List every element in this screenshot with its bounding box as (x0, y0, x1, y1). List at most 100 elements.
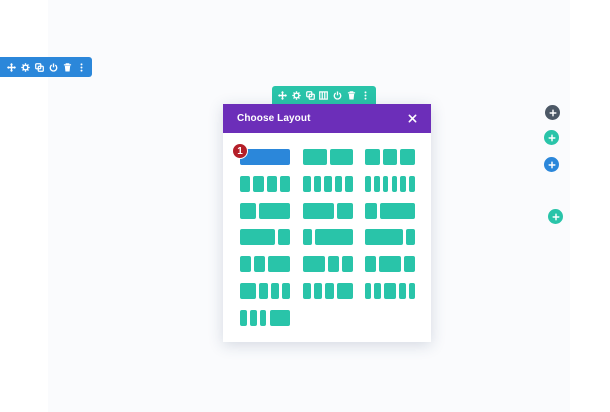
layout-column (409, 175, 415, 192)
layout-option[interactable] (303, 149, 353, 165)
layout-option[interactable] (303, 202, 353, 219)
layout-column (268, 256, 290, 273)
layout-column (400, 149, 415, 165)
layout-option[interactable] (240, 309, 290, 326)
layout-column (303, 283, 312, 299)
add-section-button[interactable] (544, 157, 559, 172)
duplicate-icon[interactable] (34, 62, 45, 73)
layout-option[interactable] (365, 202, 415, 219)
move-icon[interactable] (6, 62, 17, 73)
layout-column (404, 256, 415, 273)
layout-option[interactable] (365, 149, 415, 165)
layout-column (259, 309, 267, 326)
row-settings-toolbar (272, 86, 376, 110)
layout-column (281, 283, 290, 299)
layout-column (374, 283, 381, 299)
section-settings-toolbar (0, 57, 92, 77)
layout-column (365, 149, 380, 165)
layout-option[interactable] (303, 283, 353, 299)
layout-column (279, 175, 290, 192)
layout-option[interactable] (365, 256, 415, 273)
layout-column (336, 283, 353, 299)
layout-option[interactable] (240, 256, 290, 273)
layout-column (314, 283, 323, 299)
layout-column (365, 175, 371, 192)
gear-icon[interactable] (291, 90, 302, 101)
modal-header: Choose Layout (223, 104, 431, 133)
layout-column (382, 149, 398, 165)
layout-column (373, 175, 380, 192)
layout-column (254, 256, 265, 273)
layout-column (303, 256, 325, 273)
add-module-button[interactable] (545, 105, 560, 120)
layout-column (365, 283, 372, 299)
layout-column (240, 283, 257, 299)
layout-column (253, 175, 264, 192)
columns-icon[interactable] (318, 90, 329, 101)
layout-column (337, 202, 353, 219)
layout-column (325, 283, 334, 299)
layout-column (329, 149, 353, 165)
plus-icon (548, 108, 557, 117)
layout-option[interactable] (303, 229, 353, 246)
layout-column (303, 149, 327, 165)
layout-column (379, 202, 415, 219)
layout-column (303, 229, 313, 246)
layout-column (365, 229, 403, 246)
modal-title: Choose Layout (237, 113, 311, 124)
layout-column (278, 229, 290, 246)
layout-column (328, 256, 339, 273)
layout-column (365, 202, 377, 219)
close-icon[interactable] (407, 114, 417, 124)
layout-option[interactable] (240, 202, 290, 219)
layout-column (399, 283, 406, 299)
layout-option[interactable] (365, 283, 415, 299)
layout-option[interactable] (240, 229, 290, 246)
more-icon[interactable] (360, 90, 371, 101)
layout-column (400, 175, 407, 192)
layout-column (365, 256, 376, 273)
move-icon[interactable] (277, 90, 288, 101)
layout-column (324, 175, 332, 192)
layout-column (334, 175, 343, 192)
power-icon[interactable] (332, 90, 343, 101)
layout-column (405, 229, 415, 246)
layout-option[interactable] (365, 229, 415, 246)
layout-column (303, 202, 335, 219)
layout-option[interactable] (303, 175, 353, 192)
plus-icon (551, 212, 560, 221)
layout-column (383, 283, 397, 299)
plus-icon (547, 160, 556, 169)
layout-column (258, 202, 290, 219)
layout-column (303, 175, 311, 192)
plus-icon (547, 133, 556, 142)
layout-option[interactable] (240, 283, 290, 299)
add-row-button[interactable] (544, 130, 559, 145)
power-icon[interactable] (48, 62, 59, 73)
more-icon[interactable] (76, 62, 87, 73)
choose-layout-modal: Choose Layout (223, 104, 431, 342)
layout-column (315, 229, 353, 246)
layout-column (249, 309, 257, 326)
step-number-badge: 1 (232, 143, 248, 159)
trash-icon[interactable] (346, 90, 357, 101)
layout-column (391, 175, 398, 192)
layout-option[interactable] (365, 175, 415, 192)
add-row-button-lower[interactable] (548, 209, 563, 224)
layout-column (266, 175, 277, 192)
layout-column (313, 175, 322, 192)
layout-column (240, 202, 256, 219)
layout-column (379, 256, 401, 273)
layout-column (382, 175, 389, 192)
duplicate-icon[interactable] (305, 90, 316, 101)
trash-icon[interactable] (62, 62, 73, 73)
layout-column (342, 256, 353, 273)
layout-column (240, 256, 251, 273)
layout-column (408, 283, 415, 299)
layout-option[interactable] (303, 256, 353, 273)
layout-column (259, 283, 268, 299)
layout-column (240, 229, 276, 246)
layout-option[interactable] (240, 175, 290, 192)
gear-icon[interactable] (20, 62, 31, 73)
layout-column (240, 309, 247, 326)
